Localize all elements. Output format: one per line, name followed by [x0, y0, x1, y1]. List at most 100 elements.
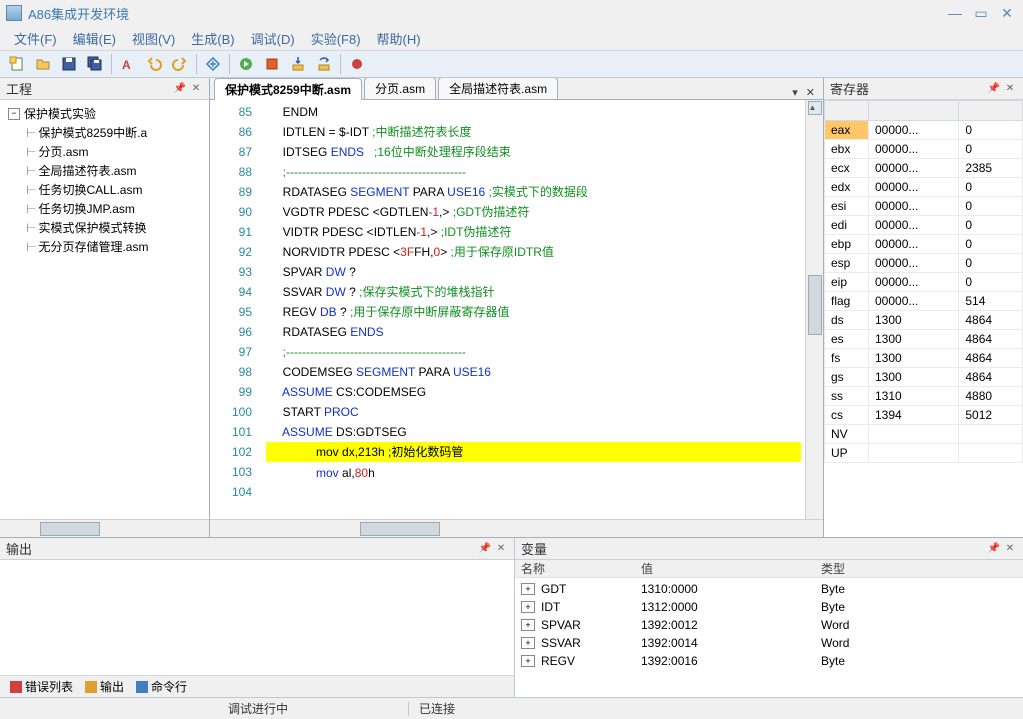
- output-tab[interactable]: 命令行: [130, 676, 193, 697]
- code-line[interactable]: ASSUME DS:GDTSEG: [266, 422, 801, 442]
- editor-vscroll[interactable]: ▲: [805, 100, 823, 519]
- new-file-button[interactable]: [5, 53, 29, 75]
- tree-file[interactable]: ⊢分页.asm: [4, 142, 205, 161]
- expand-icon[interactable]: +: [521, 655, 535, 667]
- undo-button[interactable]: [142, 53, 166, 75]
- pin-icon[interactable]: 📌: [987, 543, 1001, 554]
- step-over-button[interactable]: [312, 53, 336, 75]
- register-row[interactable]: eax00000...0: [825, 121, 1023, 140]
- register-row[interactable]: ebp00000...0: [825, 235, 1023, 254]
- code-line[interactable]: ;---------------------------------------…: [266, 342, 801, 362]
- variable-row[interactable]: +GDT1310:0000Byte: [521, 580, 1017, 598]
- code-line[interactable]: RDATASEG SEGMENT PARA USE16 ;实模式下的数据段: [266, 182, 801, 202]
- menu-生成(B)[interactable]: 生成(B): [183, 26, 242, 51]
- register-row[interactable]: edi00000...0: [825, 216, 1023, 235]
- output-body[interactable]: [0, 560, 514, 675]
- collapse-icon[interactable]: −: [8, 108, 20, 120]
- save-all-button[interactable]: [83, 53, 107, 75]
- register-row[interactable]: ss13104880: [825, 387, 1023, 406]
- output-tab[interactable]: 错误列表: [4, 676, 79, 697]
- panel-close-icon[interactable]: ✕: [1003, 83, 1017, 94]
- menu-实验(F8)[interactable]: 实验(F8): [303, 26, 369, 51]
- register-row[interactable]: eip00000...0: [825, 273, 1023, 292]
- close-button[interactable]: ✕: [997, 5, 1017, 22]
- code-line[interactable]: START PROC: [266, 402, 801, 422]
- open-file-button[interactable]: [31, 53, 55, 75]
- output-tab[interactable]: 输出: [79, 676, 130, 697]
- variables-body[interactable]: +GDT1310:0000Byte+IDT1312:0000Byte+SPVAR…: [515, 578, 1023, 697]
- code-line[interactable]: SPVAR DW ?: [266, 262, 801, 282]
- register-row[interactable]: ds13004864: [825, 311, 1023, 330]
- code-line[interactable]: CODEMSEG SEGMENT PARA USE16: [266, 362, 801, 382]
- code-line[interactable]: SSVAR DW ? ;保存实模式下的堆栈指针: [266, 282, 801, 302]
- redo-button[interactable]: [168, 53, 192, 75]
- variable-row[interactable]: +REGV1392:0016Byte: [521, 652, 1017, 670]
- pin-icon[interactable]: 📌: [478, 543, 492, 554]
- step-into-button[interactable]: [286, 53, 310, 75]
- minimize-button[interactable]: —: [945, 5, 965, 21]
- variable-row[interactable]: +SPVAR1392:0012Word: [521, 616, 1017, 634]
- tree-file[interactable]: ⊢无分页存储管理.asm: [4, 237, 205, 256]
- panel-close-icon[interactable]: ✕: [494, 543, 508, 554]
- code-line[interactable]: REGV DB ? ;用于保存原中断屏蔽寄存器值: [266, 302, 801, 322]
- project-tree[interactable]: −保护模式实验⊢保护模式8259中断.a⊢分页.asm⊢全局描述符表.asm⊢任…: [0, 100, 209, 519]
- editor-tab[interactable]: 全局描述符表.asm: [438, 78, 558, 99]
- code-line[interactable]: ENDM: [266, 102, 801, 122]
- editor-tab[interactable]: 保护模式8259中断.asm: [214, 78, 362, 100]
- register-row[interactable]: gs13004864: [825, 368, 1023, 387]
- code-line[interactable]: mov al,80h: [266, 463, 801, 483]
- register-row[interactable]: ebx00000...0: [825, 140, 1023, 159]
- code-line[interactable]: mov dx,213h ;初始化数码管: [266, 442, 801, 462]
- code-line[interactable]: NORVIDTR PDESC <3FFH,0> ;用于保存原IDTR值: [266, 242, 801, 262]
- code-line[interactable]: IDTSEG ENDS ;16位中断处理程序段结束: [266, 142, 801, 162]
- menu-文件(F)[interactable]: 文件(F): [6, 26, 65, 51]
- tree-file[interactable]: ⊢保护模式8259中断.a: [4, 123, 205, 142]
- code-editor[interactable]: 8586878889909192939495969798991001011021…: [210, 100, 823, 519]
- expand-icon[interactable]: +: [521, 583, 535, 595]
- register-row[interactable]: es13004864: [825, 330, 1023, 349]
- panel-close-icon[interactable]: ✕: [189, 83, 203, 94]
- pin-icon[interactable]: 📌: [173, 83, 187, 94]
- menu-调试(D)[interactable]: 调试(D): [243, 26, 303, 51]
- register-row[interactable]: UP: [825, 444, 1023, 463]
- register-row[interactable]: flag00000...514: [825, 292, 1023, 311]
- tab-menu-icon[interactable]: ▾: [788, 86, 802, 99]
- register-row[interactable]: cs13945012: [825, 406, 1023, 425]
- menu-帮助(H)[interactable]: 帮助(H): [369, 26, 429, 51]
- breakpoint-button[interactable]: [345, 53, 369, 75]
- expand-icon[interactable]: +: [521, 637, 535, 649]
- register-row[interactable]: esi00000...0: [825, 197, 1023, 216]
- font-button[interactable]: A: [116, 53, 140, 75]
- maximize-button[interactable]: ▭: [971, 5, 991, 22]
- code-line[interactable]: VIDTR PDESC <IDTLEN-1,> ;IDT伪描述符: [266, 222, 801, 242]
- code-line[interactable]: IDTLEN = $-IDT ;中断描述符表长度: [266, 122, 801, 142]
- tree-file[interactable]: ⊢实模式保护模式转换: [4, 218, 205, 237]
- variable-row[interactable]: +SSVAR1392:0014Word: [521, 634, 1017, 652]
- tree-file[interactable]: ⊢任务切换CALL.asm: [4, 180, 205, 199]
- save-button[interactable]: [57, 53, 81, 75]
- menu-编辑(E)[interactable]: 编辑(E): [65, 26, 124, 51]
- code-line[interactable]: RDATASEG ENDS: [266, 322, 801, 342]
- tree-root[interactable]: −保护模式实验: [4, 104, 205, 123]
- editor-tab[interactable]: 分页.asm: [364, 78, 436, 99]
- project-hscroll[interactable]: [0, 519, 209, 537]
- scroll-up-icon[interactable]: ▲: [808, 101, 822, 115]
- register-row[interactable]: fs13004864: [825, 349, 1023, 368]
- menu-视图(V)[interactable]: 视图(V): [124, 26, 183, 51]
- tree-file[interactable]: ⊢任务切换JMP.asm: [4, 199, 205, 218]
- panel-close-icon[interactable]: ✕: [1003, 543, 1017, 554]
- build-button[interactable]: [201, 53, 225, 75]
- stop-button[interactable]: [260, 53, 284, 75]
- code-area[interactable]: ENDM IDTLEN = $-IDT ;中断描述符表长度 IDTSEG END…: [262, 100, 805, 519]
- run-button[interactable]: [234, 53, 258, 75]
- pin-icon[interactable]: 📌: [987, 83, 1001, 94]
- tree-file[interactable]: ⊢全局描述符表.asm: [4, 161, 205, 180]
- code-line[interactable]: VGDTR PDESC <GDTLEN-1,> ;GDT伪描述符: [266, 202, 801, 222]
- editor-hscroll[interactable]: [210, 519, 823, 537]
- code-line[interactable]: ASSUME CS:CODEMSEG: [266, 382, 801, 402]
- register-row[interactable]: NV: [825, 425, 1023, 444]
- register-table[interactable]: eax00000...0ebx00000...0ecx00000...2385 e…: [824, 100, 1023, 537]
- register-row[interactable]: esp00000...0: [825, 254, 1023, 273]
- scroll-thumb[interactable]: [808, 275, 822, 335]
- register-row[interactable]: ecx00000...2385: [825, 159, 1023, 178]
